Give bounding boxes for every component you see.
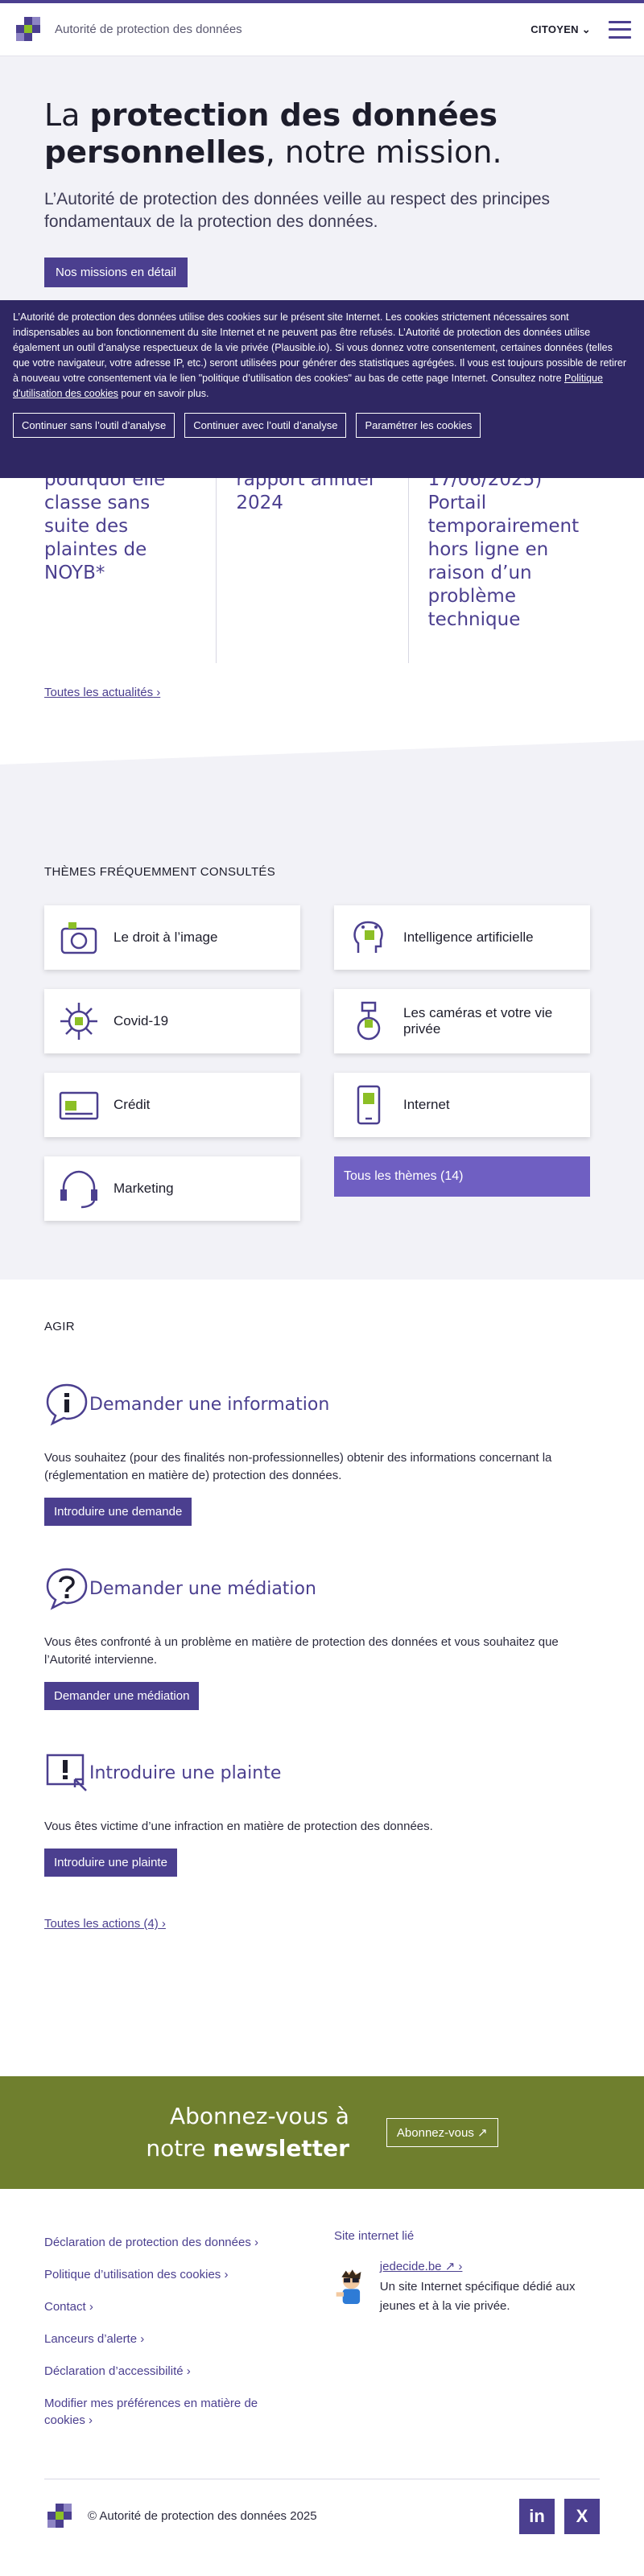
action-text: Vous êtes confronté à un problème en mat… — [44, 1635, 559, 1667]
action-block: Demander une médiation Vous êtes confron… — [44, 1566, 600, 1710]
site-header: Autorité de protection des données CITOY… — [0, 3, 644, 56]
camera-icon — [60, 922, 97, 954]
all-actions-link[interactable]: Toutes les actions (4) › — [44, 1917, 166, 1931]
cookie-text: L’Autorité de protection des données uti… — [13, 311, 626, 399]
action-title: Introduire une plainte — [89, 1762, 282, 1783]
news-item[interactable]: pourquoi elle classe sans suite des plai… — [44, 478, 217, 663]
footer-link[interactable]: Contact › — [44, 2298, 302, 2315]
theme-label: Le droit à l’image — [114, 929, 218, 945]
reject-analytics-button[interactable]: Continuer sans l’outil d’analyse — [13, 413, 175, 438]
action-text: Vous êtes victime d’une infraction en ma… — [44, 1820, 433, 1833]
x-twitter-icon[interactable]: X — [564, 2499, 600, 2534]
theme-label: Marketing — [114, 1181, 174, 1196]
theme-label: Covid-19 — [114, 1013, 169, 1028]
related-site: Site internet lié jedecide.be ↗ › Un sit… — [334, 2229, 600, 2317]
newsletter-text: Abonnez-vous à notre newsletter — [146, 2103, 349, 2162]
hero-section: La protection des données personnelles, … — [0, 56, 644, 340]
footer-links: Déclaration de protection des données › … — [44, 2234, 302, 2444]
cctv-camera-icon — [357, 1001, 381, 1041]
complaint-icon — [46, 1754, 87, 1791]
theme-card-internet[interactable]: Internet — [334, 1073, 590, 1137]
missions-button[interactable]: Nos missions en détail — [44, 258, 188, 287]
question-bubble-icon — [46, 1568, 88, 1610]
footer-link[interactable]: Modifier mes préférences en matière de c… — [44, 2395, 302, 2429]
action-text: Vous souhaitez (pour des finalités non-p… — [44, 1451, 552, 1482]
footer-link[interactable]: Lanceurs d’alerte › — [44, 2331, 302, 2347]
theme-card-credit[interactable]: Crédit — [44, 1073, 300, 1137]
request-mediation-button[interactable]: Demander une médiation — [44, 1682, 200, 1710]
actions-section: AGIR Demander une information Vous souha… — [44, 1320, 600, 1931]
action-title: Demander une médiation — [89, 1578, 316, 1599]
all-themes-button[interactable]: Tous les thèmes (14) — [334, 1156, 590, 1197]
audience-label: CITOYEN — [530, 23, 579, 35]
footer-link[interactable]: Politique d’utilisation des cookies › — [44, 2266, 302, 2283]
external-link-icon: ↗ — [477, 2126, 488, 2140]
accept-analytics-button[interactable]: Continuer avec l’outil d’analyse — [184, 413, 347, 438]
jedecide-link[interactable]: jedecide.be ↗ › — [380, 2260, 463, 2273]
theme-card-covid[interactable]: Covid-19 — [44, 989, 300, 1053]
theme-card-marketing[interactable]: Marketing — [44, 1156, 300, 1221]
theme-label: Internet — [403, 1097, 450, 1112]
request-info-button[interactable]: Introduire une demande — [44, 1498, 192, 1526]
subscribe-button[interactable]: Abonnez-vous ↗ — [386, 2118, 498, 2147]
theme-label: Les caméras et votre vie privée — [403, 1005, 553, 1037]
news-item[interactable]: rapport annuel 2024 — [217, 478, 409, 663]
cookie-banner: L’Autorité de protection des données uti… — [0, 300, 644, 478]
org-name: Autorité de protection des données — [55, 23, 242, 36]
virus-icon — [60, 1003, 97, 1040]
site-footer: Déclaration de protection des données › … — [0, 2189, 644, 2576]
actions-heading: AGIR — [44, 1320, 75, 1333]
ai-head-icon — [353, 921, 383, 953]
credit-card-icon — [59, 1091, 99, 1120]
apd-logo-icon — [13, 14, 45, 46]
audience-selector[interactable]: CITOYEN ⌄ — [530, 23, 591, 36]
headset-icon — [60, 1170, 97, 1209]
footer-link[interactable]: Déclaration d’accessibilité › — [44, 2363, 302, 2380]
footer-link[interactable]: Déclaration de protection des données › — [44, 2234, 302, 2251]
newsletter-banner: Abonnez-vous à notre newsletter Abonnez-v… — [0, 2076, 644, 2189]
cookie-settings-button[interactable]: Paramétrer les cookies — [356, 413, 481, 438]
themes-heading: THÈMES FRÉQUEMMENT CONSULTÉS — [44, 865, 276, 879]
related-site-description: Un site Internet spécifique dédié aux je… — [379, 2280, 576, 2313]
theme-card-image-rights[interactable]: Le droit à l’image — [44, 905, 300, 970]
jedecide-mascot-icon — [336, 2269, 361, 2305]
action-block: Demander une information Vous souhaitez … — [44, 1382, 600, 1526]
site-logo[interactable]: Autorité de protection des données — [13, 14, 242, 46]
theme-card-ai[interactable]: Intelligence artificielle — [334, 905, 590, 970]
theme-label: Crédit — [114, 1097, 151, 1112]
action-title: Demander une information — [89, 1394, 330, 1415]
linkedin-icon[interactable]: in — [519, 2499, 555, 2534]
action-block: Introduire une plainte Vous êtes victime… — [44, 1750, 600, 1877]
themes-section: THÈMES FRÉQUEMMENT CONSULTÉS Le droit à … — [0, 740, 644, 1280]
smartphone-icon — [357, 1085, 381, 1125]
news-section: pourquoi elle classe sans suite des plai… — [0, 478, 644, 699]
news-item[interactable]: 17/06/2025) Portail temporairement hors … — [409, 478, 600, 663]
chevron-down-icon: ⌄ — [581, 23, 591, 35]
copyright: © Autorité de protection des données 202… — [88, 2509, 317, 2523]
all-news-link[interactable]: Toutes les actualités › — [44, 686, 160, 699]
info-bubble-icon — [46, 1383, 88, 1426]
theme-label: Intelligence artificielle — [403, 929, 534, 945]
hamburger-menu-icon[interactable] — [609, 20, 631, 39]
hero-lead: L’Autorité de protection des données vei… — [44, 190, 551, 231]
file-complaint-button[interactable]: Introduire une plainte — [44, 1849, 177, 1877]
apd-logo-icon — [44, 2500, 76, 2533]
related-site-heading: Site internet lié — [334, 2229, 415, 2243]
hero-title: La protection des données personnelles, … — [44, 97, 502, 170]
theme-card-cameras[interactable]: Les caméras et votre vie privée — [334, 989, 590, 1053]
